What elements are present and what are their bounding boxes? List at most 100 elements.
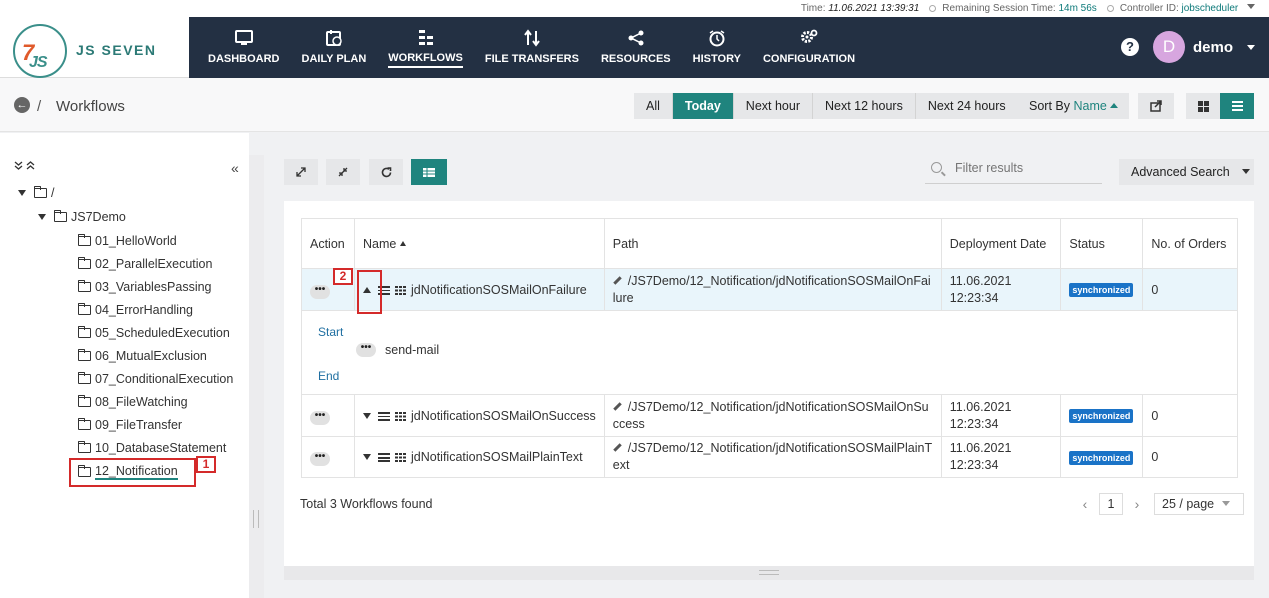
refresh-button[interactable] xyxy=(369,159,403,185)
alarm-clock-icon xyxy=(709,29,725,46)
list-view-icon xyxy=(1231,101,1243,111)
list-icon[interactable] xyxy=(377,411,390,421)
col-orders: No. of Orders xyxy=(1142,218,1238,269)
share-icon xyxy=(628,30,644,45)
nav-configuration[interactable]: CONFIGURATION xyxy=(752,17,866,78)
folder-icon xyxy=(78,372,91,384)
expand-all-icon xyxy=(14,161,23,170)
main-navbar: JS 7 JS SEVEN DASHBOARD DAILY PLAN WORKFL… xyxy=(0,17,1269,78)
sort-asc-icon xyxy=(399,240,406,246)
folder-open-icon xyxy=(34,186,47,198)
tree-item-08[interactable]: 08_FileWatching xyxy=(78,395,188,409)
sort-asc-icon xyxy=(1110,103,1119,108)
back-arrow-icon[interactable]: ← xyxy=(14,97,30,113)
prev-page-icon[interactable]: ‹ xyxy=(1079,496,1091,512)
controller-info[interactable]: Controller ID: jobscheduler xyxy=(1106,3,1255,14)
tree-item-02[interactable]: 02_ParallelExecution xyxy=(78,257,212,271)
chevron-down-icon xyxy=(1241,169,1250,174)
expand-all-button[interactable] xyxy=(284,159,318,185)
action-menu-icon[interactable]: ••• xyxy=(310,452,330,466)
collapse-panel-icon[interactable]: « xyxy=(231,160,239,176)
nav-resources[interactable]: RESOURCES xyxy=(590,17,682,78)
filter-next-12-hours-button[interactable]: Next 12 hours xyxy=(813,93,916,119)
avatar: D xyxy=(1152,31,1185,63)
export-button[interactable] xyxy=(1138,93,1174,119)
nav-daily-plan[interactable]: DAILY PLAN xyxy=(291,17,378,78)
col-name[interactable]: Name xyxy=(353,218,605,269)
job-node[interactable]: ••• send-mail xyxy=(356,343,439,357)
expand-row-icon[interactable] xyxy=(362,412,371,419)
time-info: Time: 11.06.2021 13:39:31 xyxy=(800,3,920,14)
panel-resize-handle[interactable] xyxy=(284,566,1254,580)
tree-item-09[interactable]: 09_FileTransfer xyxy=(78,418,182,432)
action-menu-icon[interactable]: ••• xyxy=(310,410,330,425)
action-menu-icon[interactable]: ••• xyxy=(310,284,330,299)
grid-icon[interactable] xyxy=(394,453,406,462)
card-view-button[interactable] xyxy=(1186,93,1220,119)
tree-item-04[interactable]: 04_ErrorHandling xyxy=(78,303,193,317)
table-row[interactable]: ••• jdNotificationSOSMailOnFailure /JS7D… xyxy=(301,268,1238,311)
filter-input[interactable] xyxy=(955,161,1095,175)
collapse-all-button[interactable] xyxy=(326,159,360,185)
table-row[interactable]: ••• jdNotificationSOSMailPlainText /JS7D… xyxy=(301,436,1238,478)
session-info: Remaining Session Time: 14m 56s xyxy=(929,3,1097,14)
sort-button[interactable]: Sort By Name xyxy=(1018,93,1130,119)
grid-icon[interactable] xyxy=(394,411,406,421)
pencil-icon[interactable] xyxy=(613,401,622,411)
tree-item-10[interactable]: 10_DatabaseStatement xyxy=(78,441,226,455)
list-icon[interactable] xyxy=(377,453,390,462)
table-view-button[interactable] xyxy=(411,159,447,185)
callout-number-1: 1 xyxy=(196,456,216,473)
job-menu-icon[interactable]: ••• xyxy=(356,343,376,357)
tree-item-03[interactable]: 03_VariablesPassing xyxy=(78,280,212,294)
pencil-icon[interactable] xyxy=(613,275,622,285)
tree-node-root[interactable]: / xyxy=(18,186,54,200)
page-size-select[interactable]: 25 / page xyxy=(1154,493,1244,515)
workflow-icon xyxy=(418,29,433,45)
folder-icon xyxy=(78,349,91,361)
folder-open-icon xyxy=(54,210,67,222)
user-menu[interactable]: D demo xyxy=(1152,31,1255,63)
pagination: ‹ 1 › 25 / page xyxy=(1079,493,1244,515)
tree-item-06[interactable]: 06_MutualExclusion xyxy=(78,349,207,363)
tree-node-js7demo[interactable]: JS7Demo xyxy=(38,210,126,224)
panel-splitter[interactable] xyxy=(249,155,264,598)
pencil-icon[interactable] xyxy=(613,443,622,452)
filter-today-button[interactable]: Today xyxy=(672,93,734,119)
advanced-search-button[interactable]: Advanced Search xyxy=(1119,159,1254,185)
nav-workflows[interactable]: WORKFLOWS xyxy=(377,17,474,78)
tree-item-07[interactable]: 07_ConditionalExecution xyxy=(78,372,233,386)
table-row[interactable]: ••• jdNotificationSOSMailOnSuccess /JS7D… xyxy=(301,394,1238,437)
nav-file-transfers[interactable]: FILE TRANSFERS xyxy=(474,17,590,78)
folder-icon xyxy=(78,234,91,246)
filter-all-button[interactable]: All xyxy=(634,93,673,119)
collapse-all-icon xyxy=(26,161,35,170)
folder-icon xyxy=(78,303,91,315)
logo[interactable]: JS 7 JS SEVEN xyxy=(0,17,189,78)
status-badge: synchronized xyxy=(1069,450,1134,465)
page-title: Workflows xyxy=(56,98,125,115)
table-icon xyxy=(423,167,435,177)
monitor-icon xyxy=(234,29,253,45)
tree-item-01[interactable]: 01_HelloWorld xyxy=(78,234,177,248)
help-icon[interactable]: ? xyxy=(1120,38,1139,56)
page-number[interactable]: 1 xyxy=(1099,493,1123,515)
expand-collapse-all[interactable] xyxy=(14,161,35,173)
list-view-button[interactable] xyxy=(1220,93,1254,119)
filter-next-24-hours-button[interactable]: Next 24 hours xyxy=(915,93,1018,119)
breadcrumb-separator: / xyxy=(37,98,42,115)
result-count: Total 3 Workflows found xyxy=(300,497,433,511)
expand-row-icon[interactable] xyxy=(362,454,371,460)
next-page-icon[interactable]: › xyxy=(1131,496,1143,512)
tree-item-05[interactable]: 05_ScheduledExecution xyxy=(78,326,230,340)
gears-icon xyxy=(800,29,818,43)
folder-icon xyxy=(78,395,91,407)
nav-history[interactable]: HISTORY xyxy=(682,17,752,78)
nav-dashboard[interactable]: DASHBOARD xyxy=(197,17,291,78)
folder-icon xyxy=(78,326,91,338)
filter-next-hour-button[interactable]: Next hour xyxy=(733,93,813,119)
callout-number-2: 2 xyxy=(333,268,353,285)
logo-text: JS SEVEN xyxy=(76,42,157,58)
folder-icon xyxy=(78,418,91,430)
grid-icon[interactable] xyxy=(394,285,406,295)
